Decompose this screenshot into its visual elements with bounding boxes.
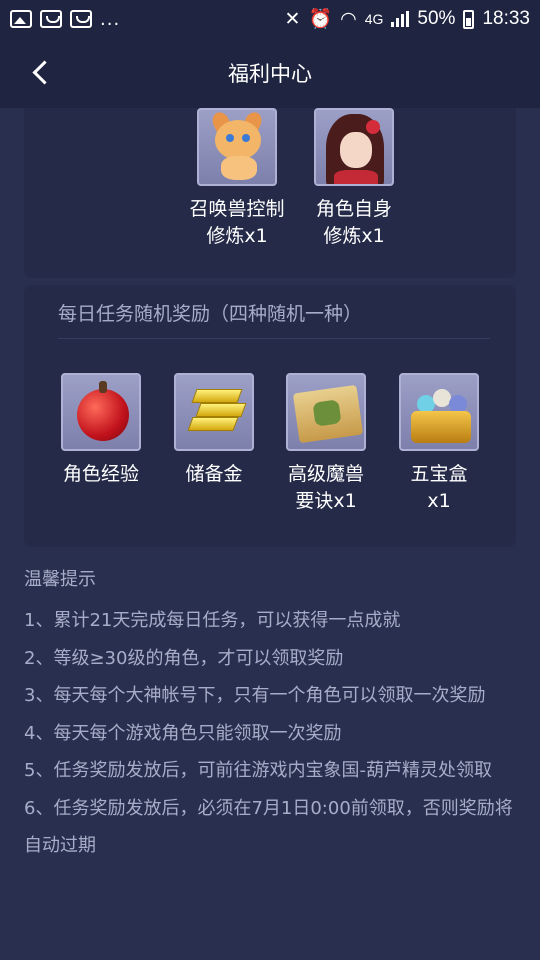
alarm-icon: ⏰	[308, 9, 333, 30]
signal-icon	[391, 11, 410, 27]
clock: 18:33	[482, 8, 530, 29]
girl-character-icon	[314, 108, 394, 186]
divider	[58, 338, 490, 339]
wifi-icon: ◠	[340, 8, 357, 30]
tips-section: 温馨提示 1、累计21天完成每日任务，可以获得一点成就 2、等级≥30级的角色，…	[24, 566, 516, 865]
reward-label-line1: 角色自身	[315, 198, 392, 220]
tips-title: 温馨提示	[24, 569, 96, 590]
tip-item: 1、累计21天完成每日任务，可以获得一点成就	[24, 610, 401, 631]
card-title: 每日任务随机奖励（四种随机一种）	[58, 303, 363, 325]
app-header: 福利中心	[0, 38, 540, 108]
reward-label: 角色自身 修炼x1	[284, 196, 424, 250]
reward-card-fixed: 召唤兽控制 修炼x1 角色自身 修炼x1	[24, 108, 516, 278]
tip-item: 4、每天每个游戏角色只能领取一次奖励	[24, 722, 342, 744]
reward-label-line1: 五宝盒	[410, 463, 468, 485]
back-arrow-icon[interactable]	[28, 58, 54, 88]
reward-label-line2: x1	[427, 490, 451, 512]
battery-icon	[463, 9, 475, 29]
page-title: 福利中心	[228, 62, 312, 86]
reward-item-treasure-box[interactable]: 五宝盒 x1	[369, 373, 509, 515]
battery-percent: 50%	[417, 8, 456, 29]
more-notifications: ...	[100, 8, 121, 30]
status-left: ...	[10, 9, 120, 30]
tip-item: 6、任务奖励发放后，必须在7月1日0:00前领取，否则奖励将自动过期	[24, 797, 513, 857]
status-bar: ... ✕ ⏰ ◠ 4G 50% 18:33	[0, 0, 540, 38]
pet-dog-icon	[197, 108, 277, 186]
treasure-box-icon	[399, 373, 479, 451]
image-notification-icon	[10, 10, 32, 28]
reward-card-random: 每日任务随机奖励（四种随机一种） 角色经验 储备金 高级魔兽 要诀x1 五宝盒 …	[24, 285, 516, 547]
reward-item-character-cultivation[interactable]: 角色自身 修炼x1	[284, 108, 424, 250]
mute-icon: ✕	[284, 8, 301, 30]
app-notification-icon-2	[70, 10, 92, 28]
reward-label-line2: 修炼x1	[323, 225, 385, 247]
scroll-icon	[286, 373, 366, 451]
reward-label: 五宝盒 x1	[369, 461, 509, 515]
app-notification-icon	[40, 10, 62, 28]
tip-item: 2、等级≥30级的角色，才可以领取奖励	[24, 647, 344, 669]
gold-bars-icon	[174, 373, 254, 451]
status-right: ✕ ⏰ ◠ 4G 50% 18:33	[285, 7, 530, 31]
network-type: 4G	[364, 11, 384, 27]
tip-item: 5、任务奖励发放后，可前往游戏内宝象国-葫芦精灵处领取	[24, 760, 492, 781]
tip-item: 3、每天每个大神帐号下，只有一个角色可以领取一次奖励	[24, 685, 486, 706]
apple-icon	[61, 373, 141, 451]
